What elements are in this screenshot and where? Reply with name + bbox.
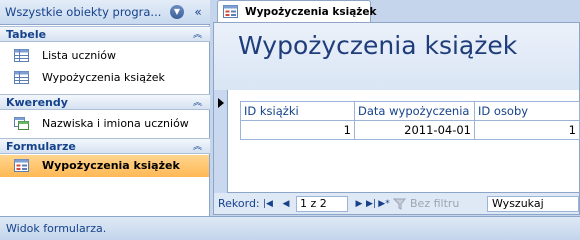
form-title: Wypożyczenia książek (238, 31, 518, 60)
chevron-up-icon[interactable]: ︽ (193, 95, 202, 108)
navigation-pane: Wszystkie obiekty progra... ▼ « Tabele ︽… (0, 0, 210, 216)
query-icon (14, 117, 29, 130)
new-record-icon[interactable]: ▶* (378, 197, 390, 211)
group-label: Kwerendy (6, 96, 68, 109)
chevron-up-icon[interactable]: ︽ (193, 139, 202, 152)
filter-status[interactable]: Bez filtru (410, 197, 459, 210)
group-header-kwerendy[interactable]: Kwerendy ︽ (0, 94, 210, 110)
nav-item-wypozyczenia-form[interactable]: Wypożyczenia książek (0, 155, 209, 177)
nav-item-nazwiska-query[interactable]: Nazwiska i imiona uczniów (0, 113, 209, 135)
nav-item-wypozyczenia-table[interactable]: Wypożyczenia książek (0, 67, 209, 89)
group-header-tabele[interactable]: Tabele ︽ (0, 26, 210, 42)
previous-record-icon[interactable]: ◀ (280, 197, 292, 211)
form-icon (14, 159, 29, 172)
group-label: Formularze (6, 140, 76, 153)
field-data-wypozyczenia[interactable]: 2011-04-01 (354, 120, 475, 140)
column-header-id-ksiazki: ID książki (240, 101, 355, 121)
record-selector[interactable] (214, 90, 228, 193)
last-record-icon[interactable]: ▶| (365, 197, 377, 211)
status-text: Widok formularza. (6, 222, 107, 235)
record-label: Rekord: (218, 197, 260, 210)
table-icon (14, 49, 29, 62)
chevron-down-icon[interactable]: ▼ (170, 5, 184, 19)
nav-item-label: Wypożyczenia książek (42, 71, 165, 84)
field-id-osoby[interactable]: 1 (474, 120, 580, 140)
double-chevron-left-icon[interactable]: « (190, 4, 206, 20)
form-view: Wypożyczenia książek ID książki Data wyp… (213, 22, 580, 193)
nav-item-label: Nazwiska i imiona uczniów (42, 117, 189, 130)
group-header-formularze[interactable]: Formularze ︽ (0, 138, 210, 154)
record-position-input[interactable]: 1 z 2 (296, 196, 348, 212)
field-id-ksiazki[interactable]: 1 (240, 120, 355, 140)
next-record-icon[interactable]: ▶ (353, 197, 365, 211)
group-label: Tabele (6, 28, 47, 41)
nav-item-label: Wypożyczenia książek (42, 159, 180, 172)
form-header: Wypożyczenia książek (214, 23, 579, 90)
record-navigator: Rekord: |◀ ◀ 1 z 2 ▶ ▶| ▶* Bez filtru Wy… (213, 193, 580, 215)
document-tab-label: Wypożyczenia książek (245, 6, 377, 18)
current-record-icon (218, 98, 224, 108)
column-header-data-wypozyczenia: Data wypożyczenia (354, 101, 475, 121)
first-record-icon[interactable]: |◀ (262, 197, 274, 211)
status-bar: Widok formularza. (0, 216, 580, 240)
document-tab[interactable]: Wypożyczenia książek (217, 0, 377, 22)
table-icon (14, 71, 29, 84)
nav-item-label: Lista uczniów (42, 49, 117, 62)
document-tab-bar: Wypożyczenia książek (211, 0, 580, 22)
navigation-pane-title[interactable]: Wszystkie obiekty progra... (5, 5, 165, 21)
column-header-id-osoby: ID osoby (474, 101, 580, 121)
filter-icon[interactable] (393, 197, 407, 211)
search-input[interactable]: Wyszukaj (487, 196, 579, 212)
nav-item-lista-uczniow[interactable]: Lista uczniów (0, 45, 209, 67)
chevron-up-icon[interactable]: ︽ (193, 27, 202, 40)
navigation-pane-header[interactable]: Wszystkie obiekty progra... ▼ « (0, 0, 210, 25)
form-icon (223, 5, 238, 18)
